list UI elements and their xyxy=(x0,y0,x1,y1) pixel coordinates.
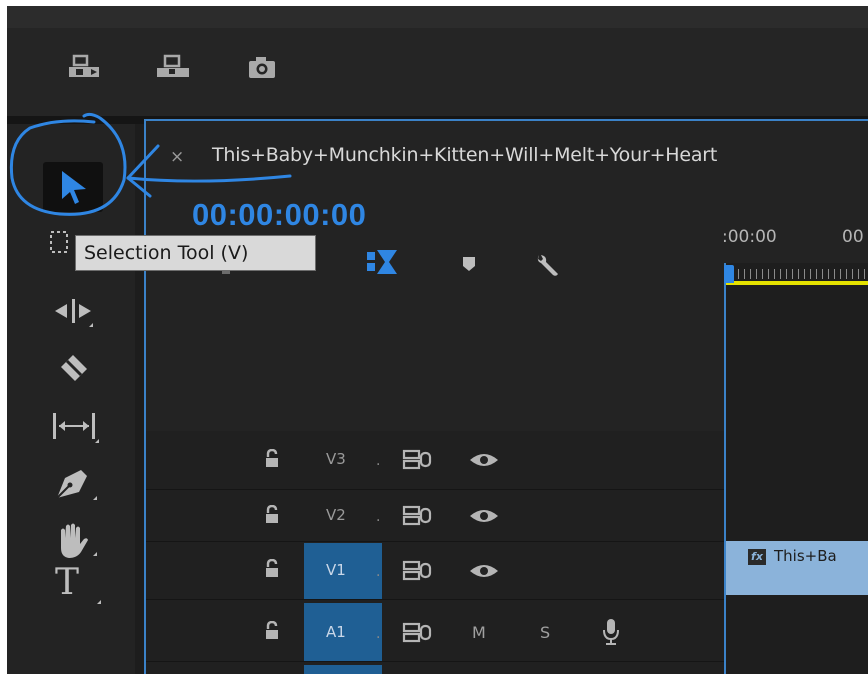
track-dot: . xyxy=(376,453,381,469)
eye-icon[interactable] xyxy=(468,507,500,525)
eye-icon[interactable] xyxy=(468,451,500,469)
sync-icon[interactable] xyxy=(402,622,432,644)
export-frame-icon[interactable] xyxy=(247,56,277,80)
track-divider xyxy=(146,661,724,662)
pen-icon[interactable] xyxy=(51,462,101,504)
premiere-window: T × This+Baby+Munchkin+Kitten+Will+Melt+… xyxy=(7,6,868,674)
track-dot: . xyxy=(376,626,381,642)
track-name[interactable]: V1 xyxy=(326,561,346,579)
ruler-timecode-start: :00:00 xyxy=(722,227,777,247)
ruler-ticks xyxy=(726,269,868,279)
razor-icon[interactable] xyxy=(51,349,97,385)
timeline-panel: × This+Baby+Munchkin+Kitten+Will+Melt+Yo… xyxy=(144,119,868,674)
work-area-bar[interactable] xyxy=(726,281,868,285)
selection-tool-tooltip: Selection Tool (V) xyxy=(75,235,316,271)
type-tool-icon[interactable]: T xyxy=(55,562,105,606)
mute-button[interactable]: M xyxy=(472,623,486,642)
track-dot: . xyxy=(376,509,381,525)
tab-close-button[interactable]: × xyxy=(170,147,184,167)
playhead-timecode[interactable]: 00:00:00:00 xyxy=(192,197,366,233)
sync-icon[interactable] xyxy=(402,449,432,471)
sync-icon[interactable] xyxy=(402,505,432,527)
track-row-v3: V3 . xyxy=(146,437,868,487)
track-name[interactable]: V2 xyxy=(326,506,346,524)
lock-icon[interactable] xyxy=(264,621,280,641)
track-divider xyxy=(146,489,724,490)
track-row-a1: A1 . M S xyxy=(146,603,868,661)
playhead-handle[interactable] xyxy=(724,265,734,283)
lock-icon[interactable] xyxy=(264,559,280,579)
track-name[interactable]: A1 xyxy=(326,623,346,641)
tools-panel: T xyxy=(7,124,135,674)
sync-icon[interactable] xyxy=(402,560,432,582)
lock-icon[interactable] xyxy=(264,449,280,469)
overwrite-clip-icon[interactable] xyxy=(155,54,191,80)
ripple-edit-icon[interactable] xyxy=(51,294,97,330)
type-tool-glyph: T xyxy=(55,562,80,603)
insert-clip-icon[interactable] xyxy=(67,54,103,80)
source-patch-a2[interactable] xyxy=(304,665,382,674)
track-row-v2: V2 . xyxy=(146,491,868,541)
eye-icon[interactable] xyxy=(468,562,500,580)
track-divider xyxy=(146,541,724,542)
selection-tool-button[interactable] xyxy=(43,162,103,212)
fx-badge: fx xyxy=(748,549,766,565)
selection-tool-icon xyxy=(62,171,86,204)
slip-icon[interactable] xyxy=(51,409,101,445)
top-strip xyxy=(7,6,868,28)
solo-button[interactable]: S xyxy=(540,623,550,642)
marker-icon[interactable] xyxy=(461,255,477,273)
track-select-icon[interactable] xyxy=(49,229,69,255)
lock-icon[interactable] xyxy=(264,505,280,525)
timeline-clip[interactable]: fx This+Ba xyxy=(726,541,868,595)
snap-icon[interactable] xyxy=(365,248,399,276)
track-divider xyxy=(146,599,724,600)
program-button-bar xyxy=(7,28,868,116)
microphone-icon[interactable] xyxy=(600,617,622,647)
hand-icon[interactable] xyxy=(51,520,101,560)
ruler-timecode-next: 00 xyxy=(842,227,864,247)
track-dot: . xyxy=(376,564,381,580)
clip-label: This+Ba xyxy=(774,547,837,565)
track-name[interactable]: V3 xyxy=(326,450,346,468)
sequence-tab-title[interactable]: This+Baby+Munchkin+Kitten+Will+Melt+Your… xyxy=(212,144,717,166)
wrench-icon[interactable] xyxy=(533,251,561,279)
